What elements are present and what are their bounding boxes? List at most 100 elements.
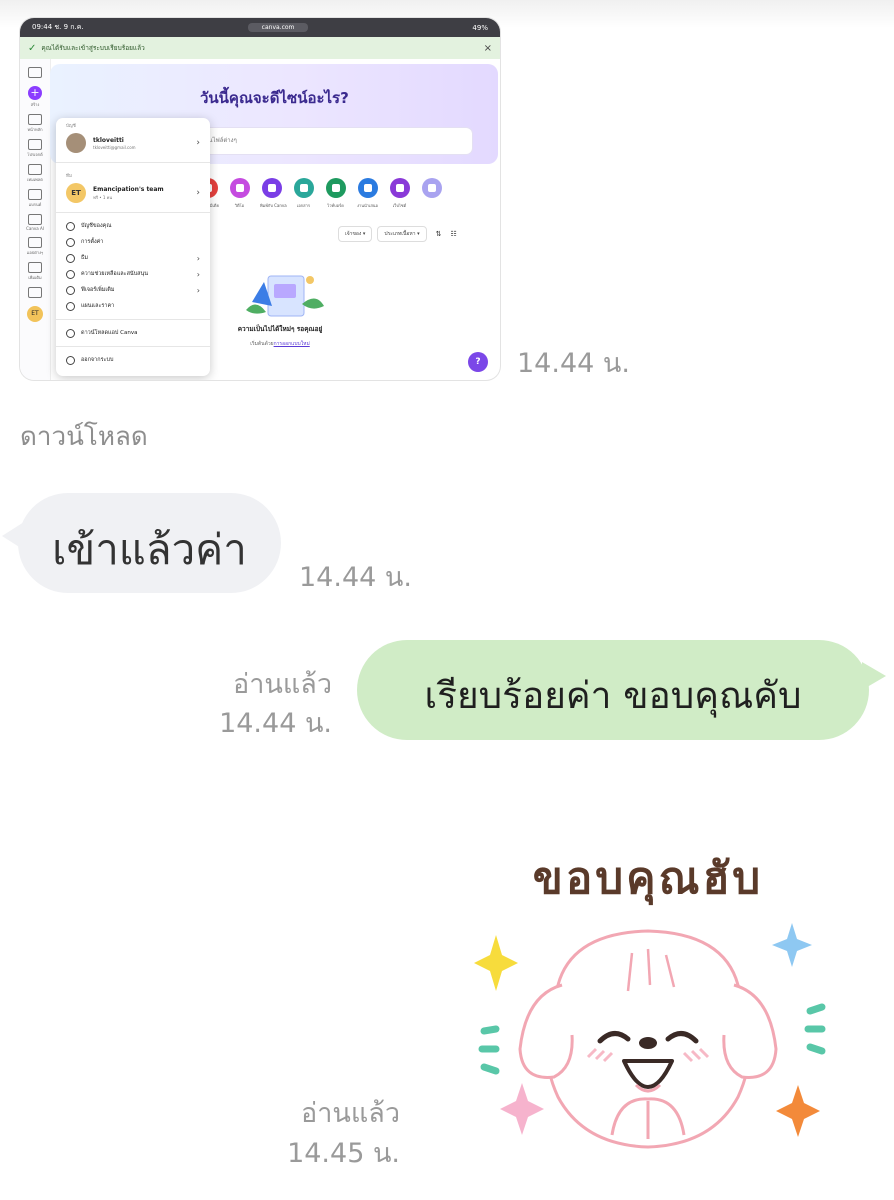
- more-icon: [28, 262, 42, 273]
- divider: [56, 346, 210, 347]
- apps-icon: [28, 237, 42, 248]
- message-timestamp: 14.44 น.: [299, 562, 412, 593]
- design-type-label: พิมพ์กับ Canva: [260, 203, 287, 208]
- team-name: Emancipation's team: [93, 185, 164, 193]
- chevron-right-icon: ›: [196, 188, 200, 198]
- menu-item-label: ออกจากระบบ: [81, 357, 114, 363]
- menu-item-label: บัญชีของคุณ: [81, 223, 112, 229]
- empty-state-illustration: [246, 275, 324, 317]
- hero-title: วันนี้คุณจะดีไซน์อะไร?: [200, 89, 349, 107]
- team-sub: ฟรี • 1 คน: [93, 194, 113, 200]
- message-timestamp: 14.44 น.: [219, 708, 332, 739]
- menu-item-label: การตั้งค่า: [81, 239, 104, 245]
- plan-icon: [66, 301, 75, 311]
- print-icon: [261, 178, 282, 198]
- divider: [56, 162, 210, 163]
- chevron-right-icon: ›: [196, 285, 200, 295]
- rail-avatar: ET: [27, 306, 43, 322]
- design-type-label: งานนำเสนอ: [357, 203, 378, 208]
- menu-item-help: ความช่วยเหลือและสนับสนุน ›: [56, 266, 210, 282]
- menu-item-label: แผนและราคา: [81, 303, 115, 309]
- new-design-link: การออกแบบใหม่: [273, 341, 310, 347]
- video-icon: [229, 178, 250, 198]
- team-avatar: ET: [66, 183, 86, 203]
- design-type-more: [420, 178, 443, 209]
- user-name: tkloveitti: [93, 136, 124, 144]
- menu-section-account: บัญชี: [66, 124, 76, 129]
- design-type-print: พิมพ์กับ Canva: [260, 178, 287, 209]
- menu-item-label: ดาวน์โหลดแอป Canva: [81, 330, 138, 336]
- rail-create-label: สร้าง: [30, 102, 40, 107]
- design-type-docs: เอกสาร: [292, 178, 315, 209]
- website-icon: [389, 178, 410, 198]
- rail-label: โปรเจกต์: [27, 152, 43, 157]
- message-timestamp: 14.44 น.: [517, 348, 630, 379]
- design-type-whiteboard: ไวท์บอร์ด: [324, 178, 347, 209]
- rail-label: Canva AI: [26, 226, 44, 231]
- info-icon: [66, 269, 75, 279]
- url-pill: canva.com: [247, 23, 309, 32]
- design-type-website: เว็บไซต์: [388, 178, 411, 209]
- menu-item-account: บัญชีของคุณ: [56, 218, 210, 234]
- brand-icon: [28, 189, 42, 200]
- divider: [56, 319, 210, 320]
- design-type-presentation: งานนำเสนอ: [356, 178, 379, 209]
- status-time: 09:44 ช. 9 ก.ค.: [32, 23, 84, 31]
- chevron-right-icon: ›: [196, 138, 200, 148]
- puppy-sticker-illustration: [474, 923, 826, 1149]
- account-menu: บัญชี tkloveitti tkloveitti@gmail.com › …: [56, 118, 210, 376]
- design-type-label: เว็บไซต์: [392, 203, 407, 208]
- bell-icon: [28, 287, 42, 298]
- outgoing-message-bubble[interactable]: เรียบร้อยค่า ขอบคุณคับ: [357, 640, 869, 740]
- rail-label: เพิ่มเติม: [28, 275, 42, 280]
- empty-state-subtitle: เริ่มต้นด้วยการออกแบบใหม่: [210, 340, 350, 348]
- menu-item-settings: การตั้งค่า: [56, 234, 210, 250]
- user-email: tkloveitti@gmail.com: [93, 144, 136, 150]
- grid-icon: [66, 285, 75, 295]
- design-type-label: เอกสาร: [296, 203, 311, 208]
- owner-filter: เจ้าของ ▾: [338, 226, 373, 242]
- presentation-icon: [357, 178, 378, 198]
- menu-item-theme: ธีม ›: [56, 250, 210, 266]
- incoming-message-text: เข้าแล้วค่า: [52, 525, 247, 574]
- rail-label: เทมเพลต: [27, 177, 43, 182]
- empty-sub-prefix: เริ่มต้นด้วย: [250, 341, 274, 347]
- read-receipt: อ่านแล้ว: [301, 1098, 400, 1129]
- filter-label: เจ้าของ: [345, 231, 362, 237]
- chevron-right-icon: ›: [196, 253, 200, 263]
- thank-you-sticker[interactable]: ขอบคุณฮับ: [462, 835, 834, 1175]
- create-plus-icon: +: [28, 86, 42, 100]
- shared-screenshot-image[interactable]: 09:44 ช. 9 ก.ค. canva.com 49% ✓ คุณได้รั…: [20, 18, 500, 380]
- user-account-row: tkloveitti tkloveitti@gmail.com ›: [56, 129, 210, 157]
- monitor-icon: [66, 328, 75, 338]
- menu-item-features: ฟีเจอร์เพิ่มเติม ›: [56, 282, 210, 298]
- menu-item-logout: ออกจากระบบ: [56, 352, 210, 368]
- design-type-video: วิดีโอ: [228, 178, 251, 209]
- team-row: ET Emancipation's team ฟรี • 1 คน ›: [56, 179, 210, 207]
- ai-icon: [28, 214, 42, 225]
- check-icon: ✓: [28, 42, 37, 54]
- rail-label: แบรนด์: [28, 202, 42, 207]
- home-icon: [28, 114, 42, 125]
- filter-label: ประเภทเนื้อหา: [384, 231, 416, 237]
- folder-icon: [28, 139, 42, 150]
- divider: [56, 212, 210, 213]
- help-button: ?: [468, 352, 488, 372]
- menu-item-label: ความช่วยเหลือและสนับสนุน: [81, 271, 149, 277]
- whiteboard-icon: [325, 178, 346, 198]
- success-banner: ✓ คุณได้รับและเข้าสู่ระบบเรียบร้อยแล้ว ×: [20, 37, 500, 59]
- avatar: [66, 133, 86, 153]
- settings-gear-icon: [66, 221, 75, 231]
- menu-item-label: ฟีเจอร์เพิ่มเติม: [81, 287, 115, 293]
- theme-icon: [66, 253, 75, 263]
- empty-state-title: ความเป็นไปได้ใหม่ๆ รอคุณอยู่: [237, 325, 323, 333]
- menu-section-team: ทีม: [66, 174, 72, 179]
- battery-text: 49%: [472, 23, 488, 32]
- rail-label: แอปต่างๆ: [26, 250, 44, 255]
- download-link[interactable]: ดาวน์โหลด: [20, 416, 148, 457]
- side-rail: + สร้าง หน้าหลัก โปรเจกต์ เทมเพลต แบรนด์…: [20, 59, 51, 380]
- quick-design-icons: โซเชียลมีเดีย วิดีโอ พิมพ์กับ Canva เอกส…: [196, 178, 443, 209]
- sort-icon: ⇅: [435, 230, 442, 238]
- panel-icon: [28, 67, 42, 78]
- incoming-message-bubble[interactable]: เข้าแล้วค่า: [18, 493, 281, 593]
